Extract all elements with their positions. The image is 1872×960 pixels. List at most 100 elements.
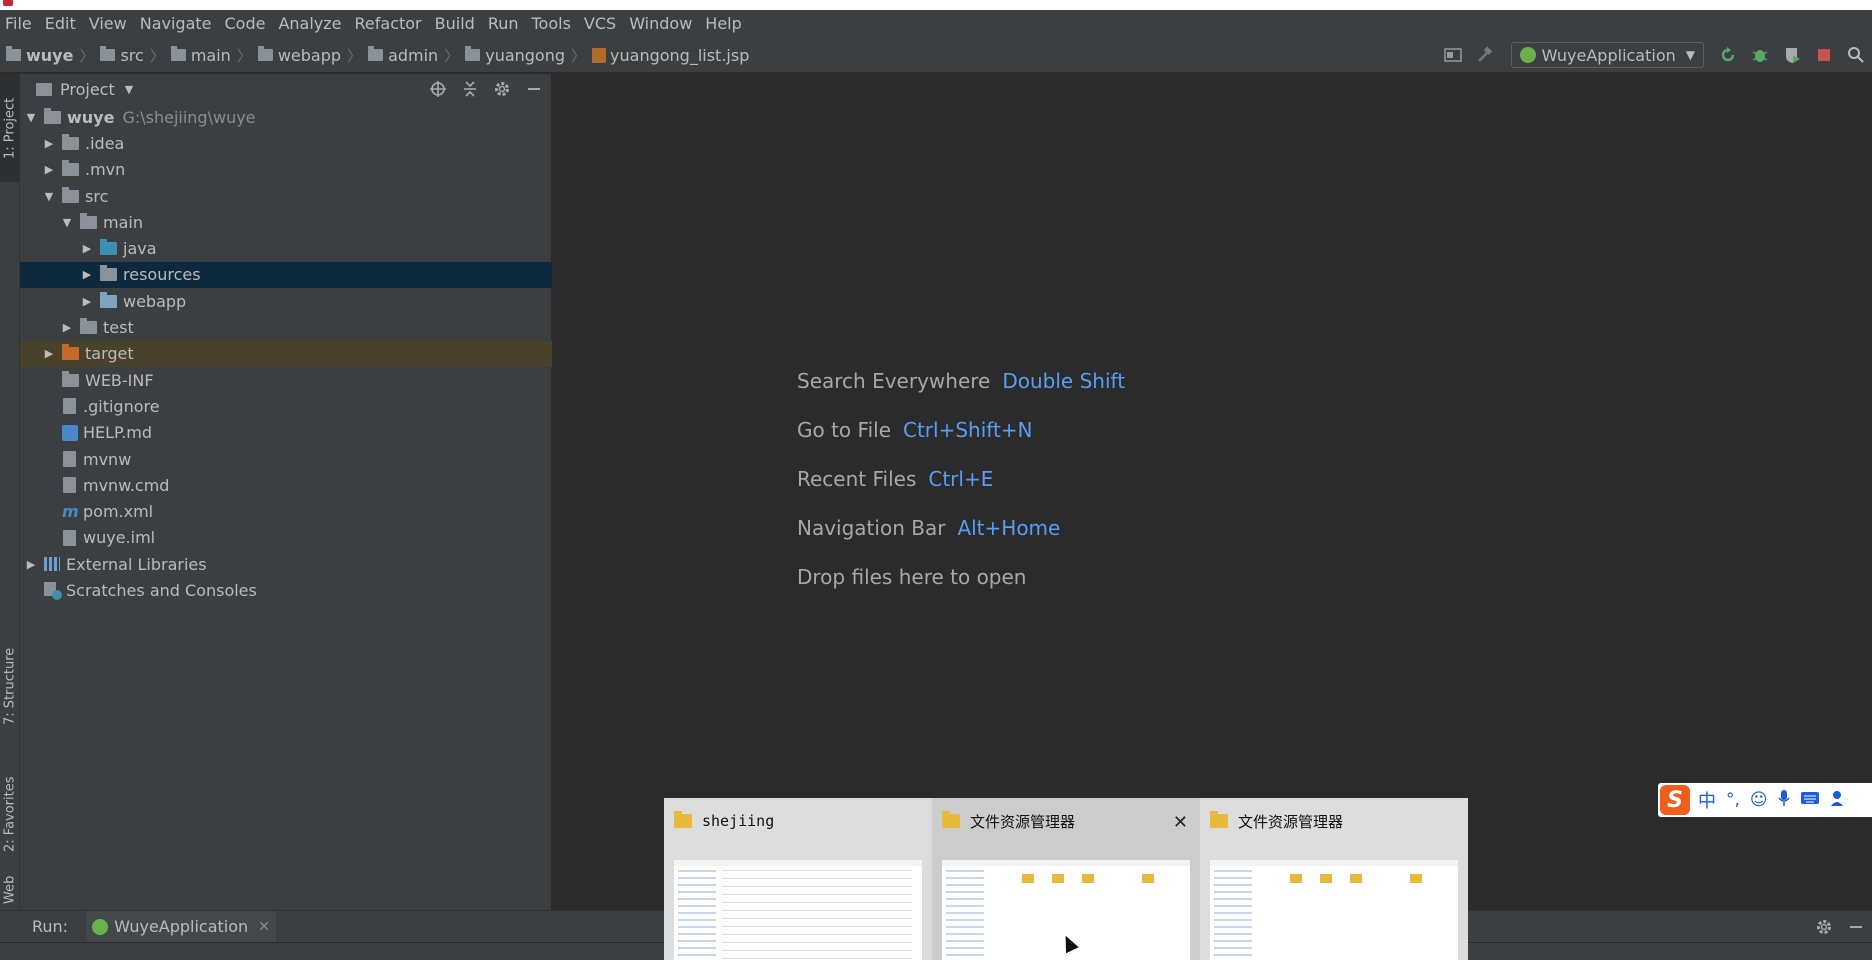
collapsed-arrow-icon[interactable]: ▶ <box>60 321 74 334</box>
tree-item-idea[interactable]: ▶ .idea <box>20 130 552 156</box>
coverage-icon[interactable] <box>1781 44 1803 66</box>
tree-item-wuye[interactable]: ▼ wuye G:\shejiing\wuye <box>20 104 552 130</box>
tree-item-wuye-iml[interactable]: wuye.iml <box>20 525 552 551</box>
tree-item-pom-xml[interactable]: m pom.xml <box>20 498 552 524</box>
collapsed-arrow-icon[interactable]: ▶ <box>80 242 94 255</box>
menu-window[interactable]: Window <box>624 14 700 33</box>
chevron-down-icon[interactable]: ▼ <box>125 83 133 96</box>
stop-icon[interactable] <box>1813 44 1835 66</box>
run-tab-wuyeapplication[interactable]: WuyeApplication ✕ <box>86 910 276 943</box>
tree-item-label: src <box>85 186 109 206</box>
ime-toolbar: S 中 °, ☺ <box>1658 783 1872 817</box>
resources-folder-icon <box>100 265 117 282</box>
tree-item-mvnw[interactable]: mvnw <box>20 446 552 472</box>
folder-icon <box>1210 811 1228 828</box>
tree-item-java[interactable]: ▶ java <box>20 235 552 261</box>
text-file-icon <box>63 477 76 494</box>
breadcrumb-item[interactable]: yuangong_list.jsp <box>592 46 749 65</box>
breadcrumb-item[interactable]: src <box>100 46 144 65</box>
project-panel-title[interactable]: Project <box>60 80 115 99</box>
hint-shortcut[interactable]: Double Shift <box>1002 369 1125 393</box>
search-icon[interactable] <box>1845 44 1867 66</box>
breadcrumb-item[interactable]: wuye <box>6 46 73 65</box>
rerun-icon[interactable] <box>1717 44 1739 66</box>
debug-bug-icon[interactable] <box>1749 44 1771 66</box>
collapsed-arrow-icon[interactable]: ▶ <box>80 295 94 308</box>
menu-build[interactable]: Build <box>430 14 483 33</box>
menu-refactor[interactable]: Refactor <box>350 14 430 33</box>
tab-favorites[interactable]: 2: Favorites <box>0 764 20 864</box>
gear-icon[interactable] <box>491 78 513 100</box>
menu-code[interactable]: Code <box>220 14 274 33</box>
tree-item-main[interactable]: ▼ main <box>20 209 552 235</box>
menu-file[interactable]: File <box>0 14 40 33</box>
tab-web[interactable]: Web <box>0 870 20 910</box>
emoji-icon[interactable]: ☺ <box>1750 790 1768 810</box>
tree-item-help-md[interactable]: HELP.md <box>20 420 552 446</box>
expanded-arrow-icon[interactable]: ▼ <box>60 216 74 229</box>
ime-punctuation-toggle[interactable]: °, <box>1726 790 1740 810</box>
microphone-icon[interactable] <box>1778 789 1790 812</box>
close-icon[interactable]: ✕ <box>1173 812 1188 833</box>
breadcrumb-label: admin <box>388 45 439 65</box>
menu-vcs[interactable]: VCS <box>579 14 624 33</box>
ime-language-toggle[interactable]: 中 <box>1698 787 1716 813</box>
run-configuration-select[interactable]: WuyeApplication ▼ <box>1510 42 1704 68</box>
tree-item-webapp[interactable]: ▶ webapp <box>20 288 552 314</box>
collapsed-arrow-icon[interactable]: ▶ <box>42 137 56 150</box>
tree-item-resources[interactable]: ▶ resources <box>20 261 552 289</box>
taskbar-thumb-explorer-2[interactable]: 文件资源管理器 <box>1200 798 1468 960</box>
text-file-icon <box>63 398 76 415</box>
hint-shortcut[interactable]: Alt+Home <box>957 516 1060 540</box>
markdown-file-icon <box>62 424 78 441</box>
expanded-arrow-icon[interactable]: ▼ <box>24 111 38 124</box>
hint-shortcut[interactable]: Ctrl+E <box>928 467 993 491</box>
tab-project[interactable]: 1: Project <box>0 74 20 182</box>
locate-crosshair-icon[interactable] <box>427 78 449 100</box>
tree-item-external-libraries[interactable]: ▶ External Libraries <box>20 551 552 577</box>
breadcrumb-separator: 〉 <box>347 46 363 65</box>
breadcrumb-item[interactable]: main <box>170 46 231 65</box>
tree-item-label: test <box>103 318 134 338</box>
menu-tools[interactable]: Tools <box>527 14 579 33</box>
tree-item-target[interactable]: ▶ target <box>20 340 552 367</box>
sogou-logo-icon[interactable]: S <box>1660 785 1690 815</box>
menu-run[interactable]: Run <box>483 14 527 33</box>
tree-item-label: pom.xml <box>83 502 154 522</box>
tree-item-mvn[interactable]: ▶ .mvn <box>20 157 552 183</box>
menu-navigate[interactable]: Navigate <box>135 14 220 33</box>
keyboard-icon[interactable] <box>1800 790 1820 810</box>
breadcrumb-item[interactable]: webapp <box>257 46 341 65</box>
collapsed-arrow-icon[interactable]: ▶ <box>42 347 56 360</box>
taskbar-thumb-shejiing[interactable]: shejiing <box>664 798 932 960</box>
minimize-icon[interactable] <box>1845 916 1867 938</box>
web-folder-icon <box>100 291 117 308</box>
tree-item-test[interactable]: ▶ test <box>20 314 552 340</box>
folder-icon <box>80 318 97 335</box>
breadcrumb-item[interactable]: admin <box>368 46 438 65</box>
tree-item-label: WEB-INF <box>85 370 154 390</box>
layout-icon[interactable] <box>1442 44 1464 66</box>
gear-icon[interactable] <box>1813 916 1835 938</box>
minimize-icon[interactable] <box>523 78 545 100</box>
skin-icon[interactable] <box>1830 790 1850 811</box>
build-hammer-icon[interactable] <box>1474 44 1496 66</box>
menu-analyze[interactable]: Analyze <box>273 14 349 33</box>
collapsed-arrow-icon[interactable]: ▶ <box>80 268 94 281</box>
breadcrumb-item[interactable]: yuangong <box>465 46 565 65</box>
hint-shortcut[interactable]: Ctrl+Shift+N <box>903 418 1033 442</box>
collapse-all-icon[interactable] <box>459 78 481 100</box>
collapsed-arrow-icon[interactable]: ▶ <box>24 558 38 571</box>
tree-item-web-inf[interactable]: WEB-INF <box>20 367 552 393</box>
menu-help[interactable]: Help <box>700 14 749 33</box>
close-icon[interactable]: ✕ <box>258 919 270 935</box>
tree-item-scratches[interactable]: Scratches and Consoles <box>20 577 552 603</box>
collapsed-arrow-icon[interactable]: ▶ <box>42 163 56 176</box>
menu-edit[interactable]: Edit <box>40 14 84 33</box>
tree-item-mvnw-cmd[interactable]: mvnw.cmd <box>20 472 552 498</box>
tab-structure[interactable]: 7: Structure <box>0 636 20 736</box>
expanded-arrow-icon[interactable]: ▼ <box>42 190 56 203</box>
tree-item-gitignore[interactable]: .gitignore <box>20 393 552 419</box>
tree-item-src[interactable]: ▼ src <box>20 183 552 209</box>
menu-view[interactable]: View <box>84 14 135 33</box>
